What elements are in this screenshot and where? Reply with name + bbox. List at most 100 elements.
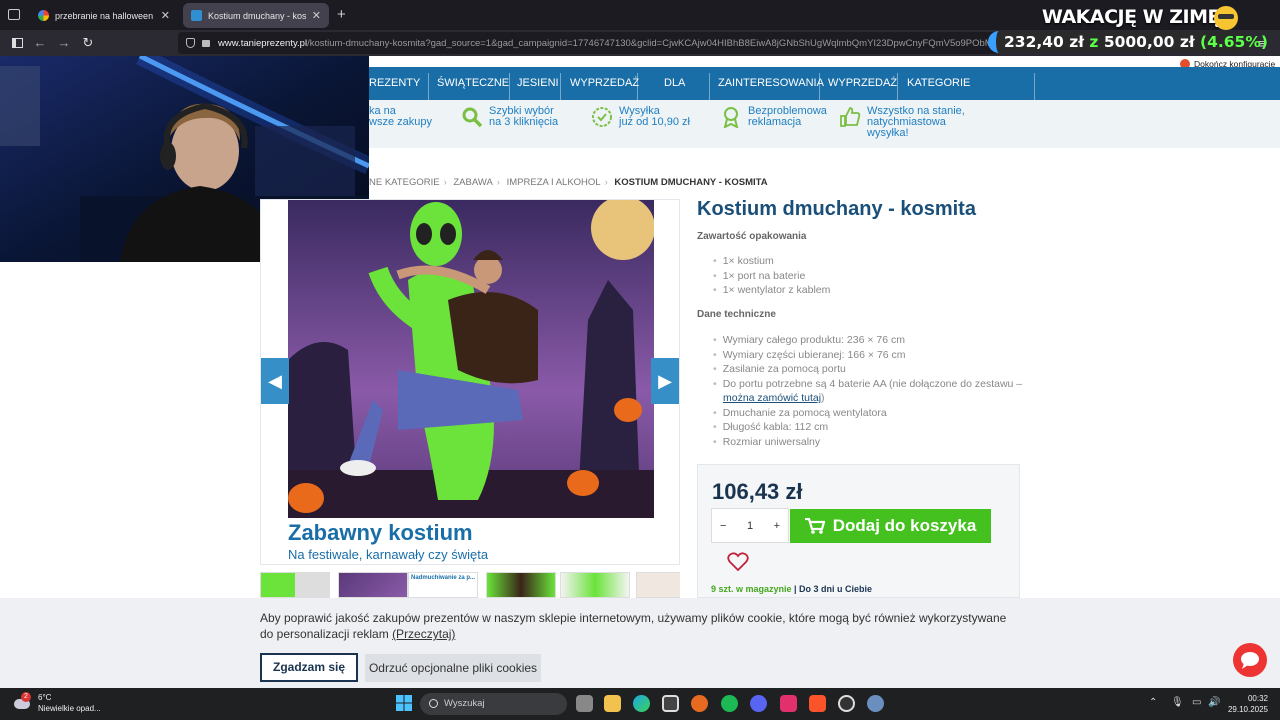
qty-decrease-button[interactable]: −	[720, 520, 726, 532]
sidebar-toggle-icon[interactable]	[9, 35, 25, 51]
tech-heading: Dane techniczne	[697, 309, 776, 320]
close-tab-icon[interactable]: ✕	[312, 9, 321, 22]
firefox-icon[interactable]	[691, 695, 708, 712]
list-item: Zasilanie za pomocą portu	[713, 362, 1023, 377]
gallery-next-button[interactable]: ▶	[651, 358, 679, 404]
gallery-thumbnail[interactable]	[636, 572, 680, 598]
award-icon	[723, 107, 739, 128]
gallery-prev-button[interactable]: ◀	[261, 358, 289, 404]
discord-icon[interactable]	[750, 695, 767, 712]
nav-item-prezenty[interactable]: REZENTY	[369, 67, 420, 100]
volume-icon[interactable]: 🔊	[1208, 697, 1220, 708]
nav-item-wyprzedaz-2[interactable]: WYPRZEDAŻ	[828, 67, 897, 100]
benefit-text: wsze zakupy	[369, 116, 432, 128]
system-clock[interactable]: 00:32 29.10.2025	[1228, 693, 1268, 715]
benefit-complaints: Bezproblemowa reklamacja	[720, 106, 848, 128]
edge-icon[interactable]	[633, 695, 650, 712]
add-to-cart-label: Dodaj do koszyka	[832, 516, 977, 535]
nav-item-kategorie[interactable]: KATEGORIE	[907, 67, 970, 100]
buy-box: 106,43 zł − 1 + Dodaj do koszyka 9 szt. …	[697, 464, 1020, 598]
file-explorer-icon[interactable]	[604, 695, 621, 712]
order-batteries-link[interactable]: można zamówić tutaj	[723, 392, 821, 404]
os-taskbar: 2 6°C Niewielkie opad... Wyszukaj ⌃ 🎙 ▭ 🔊…	[0, 688, 1280, 720]
close-tab-icon[interactable]: ✕	[161, 9, 170, 22]
benefit-text: już od 10,90 zł	[619, 116, 690, 128]
tab-search[interactable]: przebranie na halloween męskie ✕	[30, 3, 178, 28]
contents-list: 1× kostium 1× port na baterie 1× wentyla…	[713, 254, 1023, 298]
benefit-fast-choice: Szybki wybór na 3 kliknięcia	[461, 106, 589, 128]
list-item: Dmuchanie za pomocą wentylatora	[713, 406, 1023, 421]
lock-icon[interactable]	[202, 40, 210, 47]
shield-icon[interactable]	[186, 38, 195, 48]
new-tab-icon[interactable]: +	[337, 6, 346, 23]
contents-heading: Zawartość opakowania	[697, 231, 807, 242]
nav-item-jesieni[interactable]: JESIENI	[517, 67, 559, 100]
nav-item-wyprzedaz[interactable]: WYPRZEDAŻ	[570, 67, 639, 100]
forward-icon[interactable]: →	[56, 35, 72, 51]
weather-widget[interactable]: 2 6°C Niewielkie opad...	[12, 692, 101, 714]
tab-title: przebranie na halloween męskie	[55, 10, 155, 21]
windows-start-icon[interactable]	[396, 695, 412, 711]
tech-list: Wymiary całego produktu: 236 × 76 cm Wym…	[713, 333, 1023, 449]
gallery-thumbnail[interactable]	[260, 572, 330, 598]
breadcrumb-link[interactable]: IMPREZA I ALKOHOL	[507, 177, 601, 188]
qty-increase-button[interactable]: +	[774, 520, 780, 532]
list-item: 1× kostium	[713, 254, 1023, 269]
gallery-caption-subtitle: Na festiwale, karnawały czy święta	[288, 547, 489, 562]
benefit-returns: ka na wsze zakupy	[369, 106, 439, 128]
spotify-icon[interactable]	[721, 695, 738, 712]
brave-icon[interactable]	[809, 695, 826, 712]
list-item: Do portu potrzebne są 4 baterie AA (nie …	[713, 377, 1023, 406]
url-bar[interactable]: www.tanieprezenty.pl/kostium-dmuchany-ko…	[178, 32, 998, 54]
breadcrumb-link[interactable]: ZABAWA	[453, 177, 492, 188]
sunglasses-emoji-icon	[1214, 6, 1238, 30]
cookie-message: Aby poprawić jakość zakupów prezentów w …	[260, 611, 1007, 641]
microphone-icon[interactable]: 🎙	[1171, 697, 1184, 708]
task-view-icon[interactable]	[576, 695, 593, 712]
reload-icon[interactable]: ↻	[80, 35, 96, 51]
list-item: Wymiary części ubieranej: 166 × 76 cm	[713, 348, 1023, 363]
time: 00:32	[1247, 694, 1268, 703]
weather-icon: 2	[12, 692, 32, 711]
gallery-thumbnail[interactable]	[560, 572, 630, 598]
nav-item-zainteresowania[interactable]: ZAINTERESOWANIA	[718, 67, 824, 100]
breadcrumb-current: KOSTIUM DMUCHANY - KOSMITA	[614, 177, 768, 188]
breadcrumb-link[interactable]: NE KATEGORIE	[369, 177, 440, 188]
reject-cookies-button[interactable]: Odrzuć opcjonalne pliki cookies	[365, 654, 541, 682]
list-item: 1× port na baterie	[713, 269, 1023, 284]
chat-button[interactable]	[1233, 643, 1267, 677]
add-to-cart-button[interactable]: Dodaj do koszyka	[790, 509, 991, 543]
nav-item-swiateczne[interactable]: ŚWIĄTECZNE	[437, 67, 509, 100]
obs-icon[interactable]	[838, 695, 855, 712]
benefit-text: reklamacja	[748, 116, 802, 128]
gallery-thumbnail[interactable]: Nadmuchiwanie za p...	[408, 572, 478, 598]
wishlist-heart-icon[interactable]	[727, 552, 749, 572]
thumbnail-caption: Nadmuchiwanie za p...	[411, 575, 476, 581]
url-domain: www.tanieprezenty.pl	[218, 37, 308, 49]
tiktok-icon[interactable]	[780, 695, 797, 712]
network-icon[interactable]: ▭	[1192, 697, 1201, 708]
nav-item-dla[interactable]: DLA	[664, 67, 685, 100]
gallery-thumbnail[interactable]	[338, 572, 408, 598]
back-icon[interactable]: ←	[32, 35, 48, 51]
tab-list-icon[interactable]	[8, 9, 20, 20]
settings-gear-icon[interactable]	[867, 695, 884, 712]
gallery-thumbnail[interactable]	[486, 572, 556, 598]
store-icon[interactable]	[662, 695, 679, 712]
product-main-image[interactable]	[288, 200, 654, 518]
benefit-text: wysyłka!	[867, 127, 909, 139]
nav-divider	[509, 73, 510, 101]
accept-cookies-button[interactable]: Zgadzam się	[260, 653, 358, 682]
site-favicon-icon	[191, 10, 202, 21]
date: 29.10.2025	[1227, 705, 1268, 714]
nav-divider	[428, 73, 429, 101]
cookie-read-more-link[interactable]: (Przeczytaj)	[392, 627, 455, 641]
tab-product[interactable]: Kostium dmuchany - kosmita | T ✕	[183, 3, 329, 28]
chat-bubble-icon	[1241, 652, 1259, 669]
list-item-text: )	[821, 392, 825, 404]
qty-input[interactable]: 1	[747, 520, 753, 532]
search-icon	[429, 699, 438, 708]
taskbar-search[interactable]: Wyszukaj	[420, 693, 567, 715]
tray-chevron-icon[interactable]: ⌃	[1149, 697, 1157, 708]
list-item-text: Do portu potrzebne są 4 baterie AA (nie …	[722, 377, 1023, 390]
